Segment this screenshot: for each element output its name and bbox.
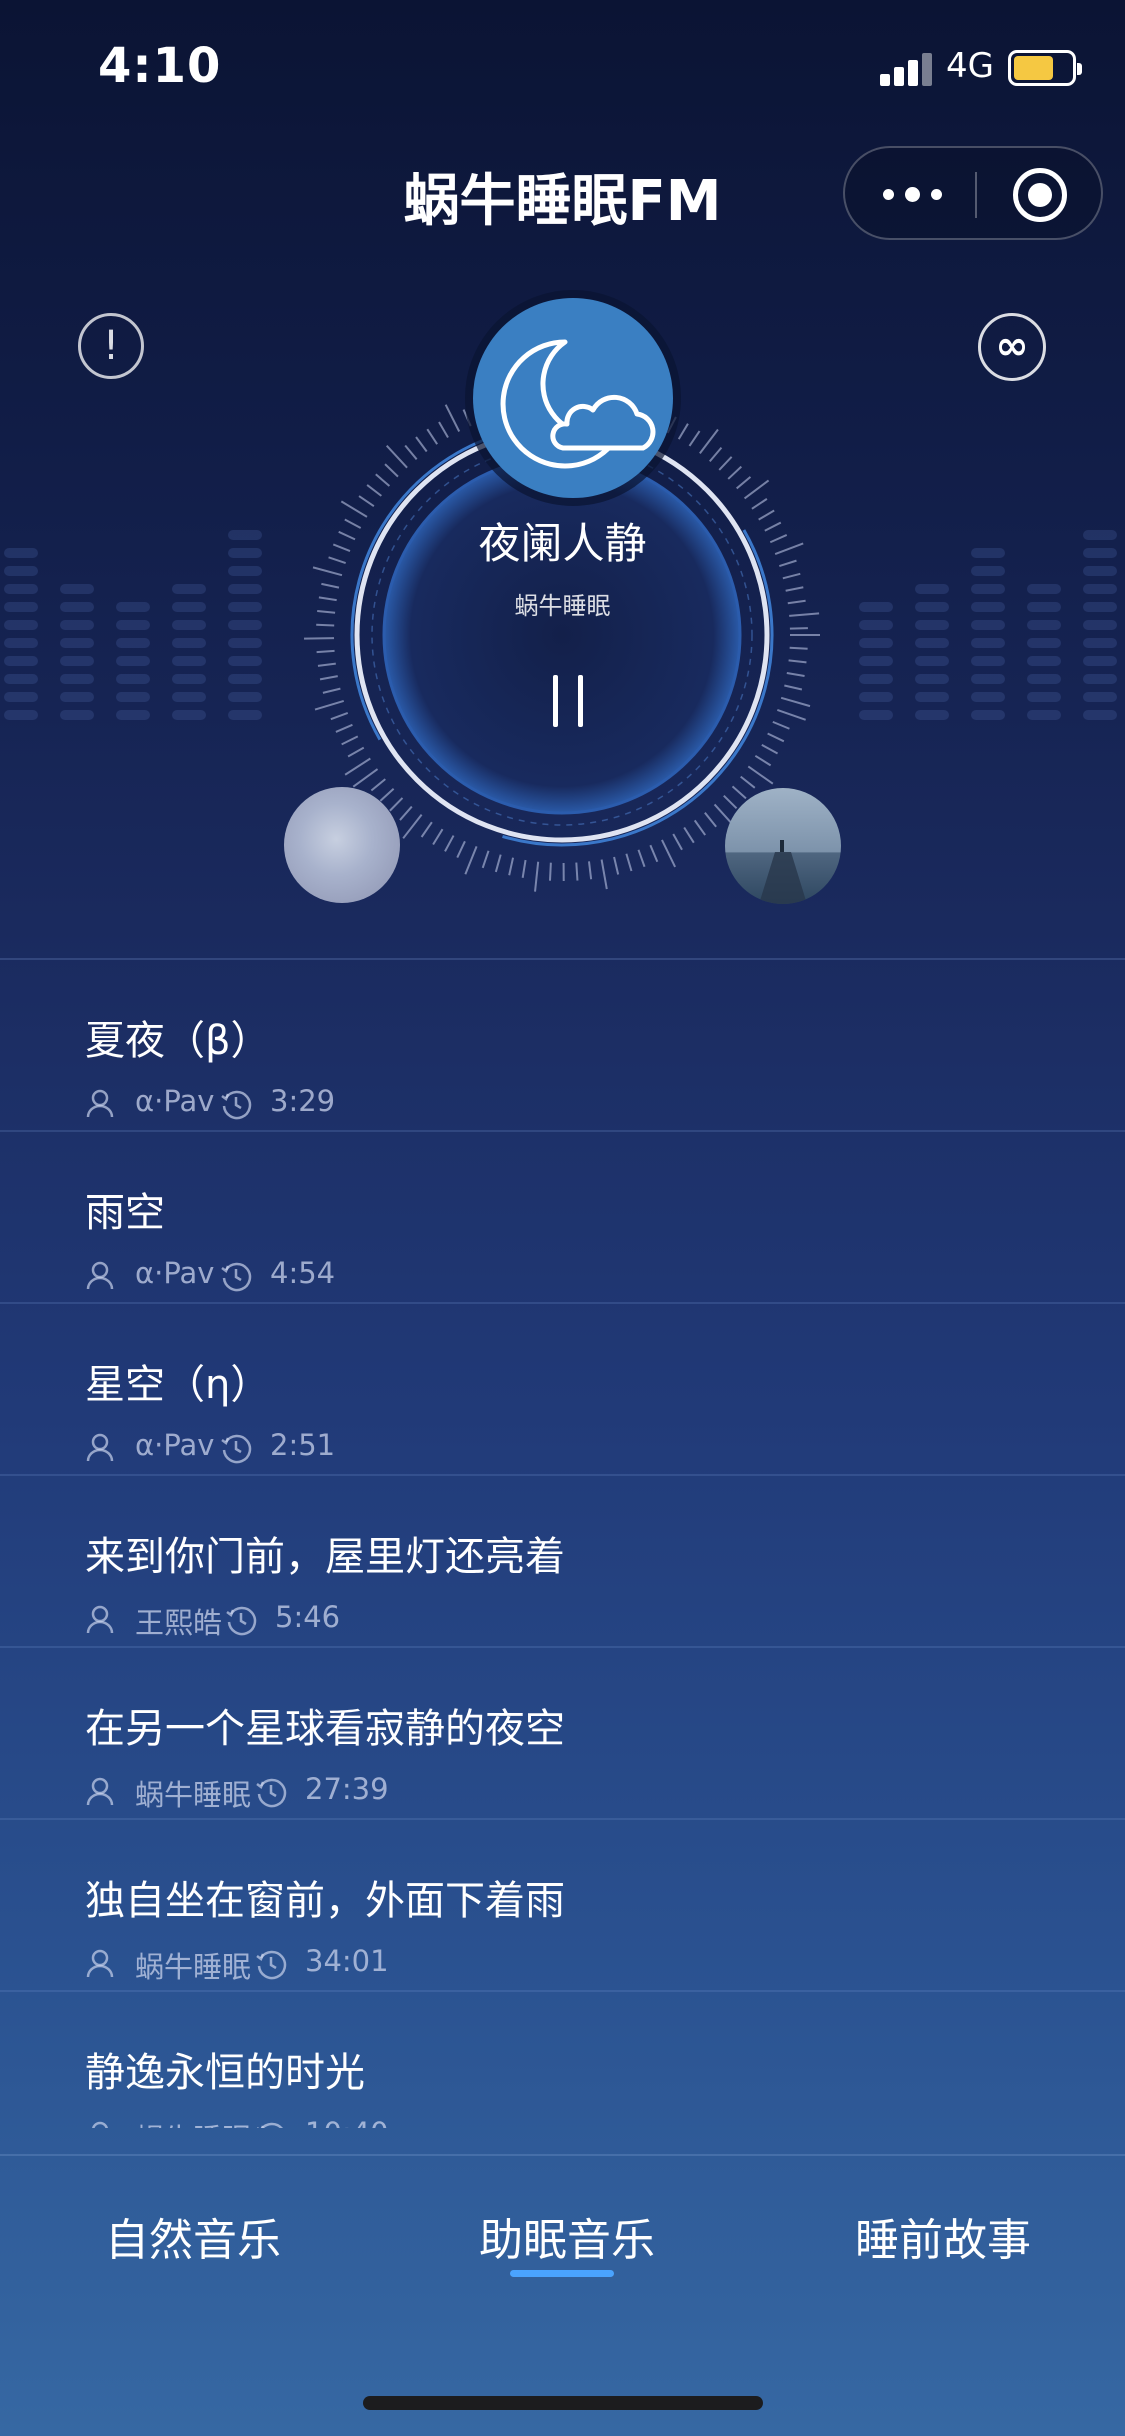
track-row[interactable]: 来到你门前，屋里灯还亮着王熙皓 5:46 — [0, 1476, 1125, 1648]
battery-icon — [1008, 50, 1082, 86]
track-artist: α·Pav — [135, 1084, 215, 1118]
clock-icon — [257, 2122, 283, 2128]
clock-icon — [221, 1434, 252, 1464]
tab-bar: 自然音乐 助眠音乐 睡前故事 — [0, 2154, 1125, 2436]
home-indicator — [363, 2396, 763, 2410]
tab-sleep-music[interactable]: 助眠音乐 — [479, 2204, 655, 2268]
track-artist: 蜗牛睡眠 — [135, 2116, 251, 2128]
previous-cover-thumbnail[interactable] — [284, 787, 400, 903]
track-row[interactable]: 静逸永恒的时光蜗牛睡眠 10:40 — [0, 1992, 1125, 2128]
equalizer-decoration-right — [859, 530, 1117, 720]
track-duration: 4:54 — [270, 1256, 336, 1290]
person-icon — [86, 1089, 114, 1118]
track-duration: 3:29 — [270, 1084, 336, 1118]
track-title: 夏夜（β） — [85, 1018, 271, 1064]
track-row[interactable]: 星空（η） α·Pav 2:51 — [0, 1304, 1125, 1476]
person-icon — [86, 1777, 114, 1806]
clock-icon — [226, 1606, 257, 1636]
track-title: 在另一个星球看寂静的夜空 — [85, 1706, 565, 1752]
active-tab-indicator — [510, 2270, 614, 2277]
signal-icon — [880, 52, 936, 86]
track-title: 雨空 — [85, 1190, 165, 1236]
infinity-icon[interactable]: ∞ — [978, 313, 1046, 381]
equalizer-decoration-left — [4, 530, 262, 720]
person-icon — [86, 1261, 114, 1290]
clock-icon — [256, 1778, 287, 1808]
track-artist: 蜗牛睡眠 — [135, 1778, 252, 1812]
track-list: 夏夜（β） α·Pav 3:29 雨空 α·Pav 4:54 星空（η） α·Pav 2:51 来… — [0, 958, 1125, 2128]
person-icon — [86, 1605, 114, 1634]
person-icon — [91, 2121, 109, 2128]
track-row[interactable]: 在另一个星球看寂静的夜空蜗牛睡眠 27:39 — [0, 1648, 1125, 1820]
clock-icon — [256, 1950, 287, 1980]
track-title: 独自坐在窗前，外面下着雨 — [85, 1878, 565, 1924]
track-duration: 5:46 — [275, 1600, 341, 1634]
exclamation-icon[interactable]: ! — [78, 313, 144, 379]
tab-bedtime-story[interactable]: 睡前故事 — [855, 2204, 1031, 2268]
next-cover-thumbnail[interactable] — [725, 788, 841, 904]
clock-icon — [221, 1262, 252, 1292]
track-artist: α·Pav — [135, 1428, 215, 1462]
status-time: 4:10 — [98, 38, 222, 94]
track-row[interactable]: 夏夜（β） α·Pav 3:29 — [0, 960, 1125, 1132]
track-artist: 王熙皓 — [135, 1606, 223, 1640]
track-row[interactable]: 独自坐在窗前，外面下着雨蜗牛睡眠 34:01 — [0, 1820, 1125, 1992]
target-circle-icon[interactable] — [1013, 168, 1067, 222]
track-title: 星空（η） — [85, 1362, 271, 1408]
network-type: 4G — [946, 46, 994, 86]
tab-natural-music[interactable]: 自然音乐 — [105, 2204, 281, 2268]
moon-cloud-icon — [473, 298, 673, 498]
track-title: 静逸永恒的时光 — [85, 2050, 365, 2096]
person-icon — [86, 1949, 114, 1978]
track-duration: 10:40 — [305, 2116, 389, 2128]
mini-program-capsule — [843, 146, 1103, 240]
track-duration: 2:51 — [270, 1428, 336, 1462]
capsule-divider — [975, 172, 977, 218]
person-icon — [86, 1433, 114, 1462]
track-duration: 34:01 — [305, 1944, 389, 1978]
now-playing-artist: 蜗牛睡眠 — [514, 592, 611, 620]
track-duration: 27:39 — [305, 1772, 389, 1806]
track-title: 来到你门前，屋里灯还亮着 — [85, 1534, 565, 1580]
status-bar: 4:10 4G — [0, 0, 1125, 140]
now-playing-title: 夜阑人静 — [478, 519, 647, 568]
track-row[interactable]: 雨空 α·Pav 4:54 — [0, 1132, 1125, 1304]
track-artist: 蜗牛睡眠 — [135, 1950, 252, 1984]
clock-icon — [221, 1090, 252, 1120]
more-dots-icon[interactable] — [883, 176, 943, 212]
track-artist: α·Pav — [135, 1256, 215, 1290]
pause-button[interactable] — [545, 675, 595, 727]
